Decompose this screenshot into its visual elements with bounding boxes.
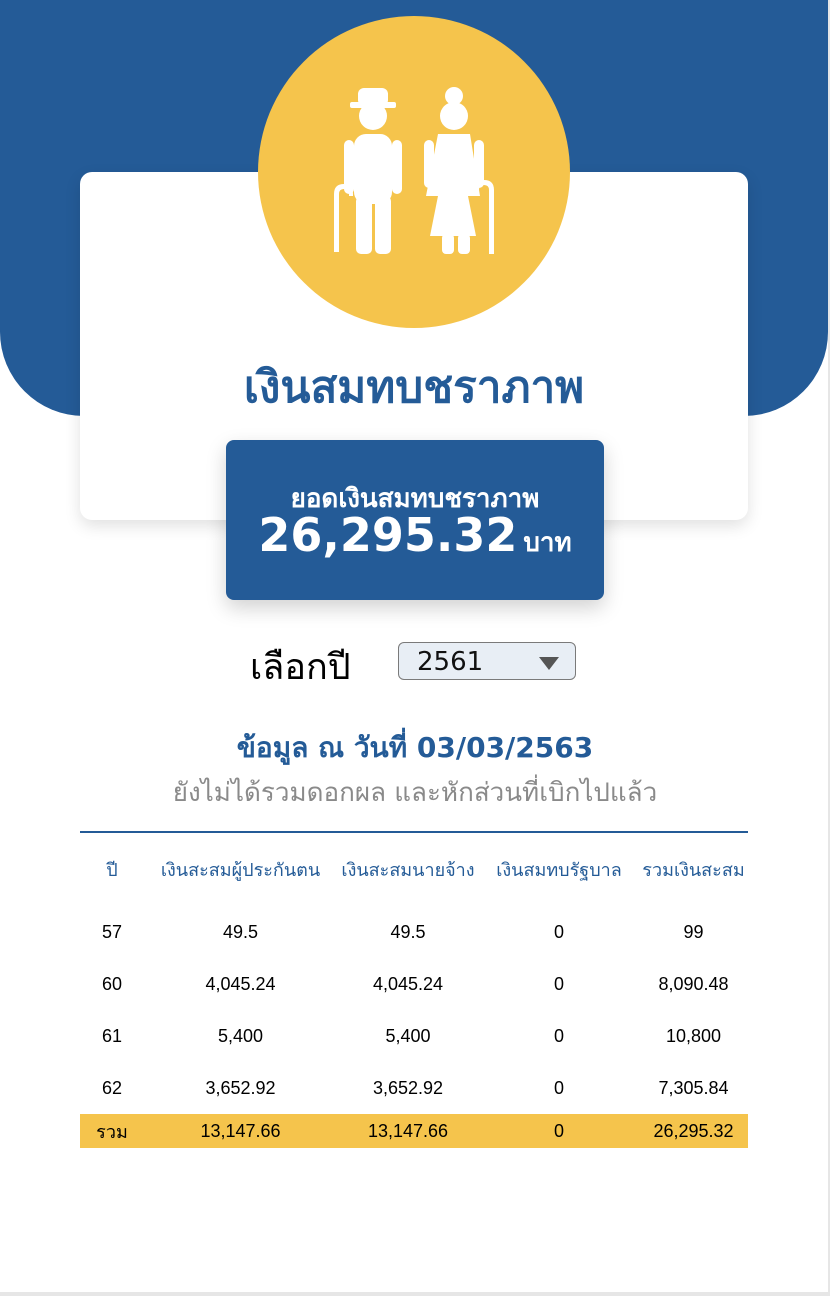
cell-total: 99 xyxy=(683,921,704,942)
year-select-label: เลือกปี xyxy=(250,647,351,688)
total-savings: 26,295.32 xyxy=(639,1114,748,1148)
cell-year: 57 xyxy=(101,921,123,942)
elderly-couple-icon xyxy=(258,16,570,328)
cell-insured: 49.5 xyxy=(222,921,259,942)
table-row: 60 4,045.24 4,045.24 0 8,090.48 xyxy=(80,958,748,1010)
total-label: รวม xyxy=(80,1114,144,1148)
cell-employer: 49.5 xyxy=(390,921,426,942)
table-header-row: ปี เงินสะสมผู้ประกันตน เงินสะสมนายจ้าง เ… xyxy=(80,842,748,896)
page-edge xyxy=(0,1292,830,1296)
cell-government: 0 xyxy=(553,973,564,994)
header-year: ปี xyxy=(106,859,118,880)
table-row: 61 5,400 5,400 0 10,800 xyxy=(80,1010,748,1062)
year-select[interactable]: 2561 xyxy=(398,642,576,680)
table-total-row: รวม 13,147.66 13,147.66 0 26,295.32 xyxy=(80,1114,748,1148)
balance-amount: 26,295.32 xyxy=(258,508,518,562)
year-select-value: 2561 xyxy=(417,647,484,677)
cell-government: 0 xyxy=(553,921,564,942)
cell-employer: 3,652.92 xyxy=(372,1077,444,1098)
header-employer-savings: เงินสะสมนายจ้าง xyxy=(341,859,475,880)
cell-insured: 5,400 xyxy=(217,1025,264,1046)
header-total-savings: รวมเงินสะสม xyxy=(642,859,745,880)
cell-year: 61 xyxy=(101,1025,123,1046)
cell-government: 0 xyxy=(553,1025,564,1046)
data-disclaimer: ยังไม่ได้รวมดอกผล และหักส่วนที่เบิกไปแล้… xyxy=(172,778,658,808)
balance-unit: บาท xyxy=(523,528,572,558)
cell-insured: 3,652.92 xyxy=(205,1077,276,1098)
balance-summary: ยอดเงินสมทบชราภาพ 26,295.32 บาท xyxy=(226,440,604,600)
savings-table: ปี เงินสะสมผู้ประกันตน เงินสะสมนายจ้าง เ… xyxy=(80,842,748,1148)
cell-year: 62 xyxy=(101,1077,123,1098)
cell-total: 8,090.48 xyxy=(658,973,729,994)
cell-total: 10,800 xyxy=(665,1025,722,1046)
cell-government: 0 xyxy=(553,1077,564,1098)
header-insured-savings: เงินสะสมผู้ประกันตน xyxy=(160,859,321,880)
table-row: 57 49.5 49.5 0 99 xyxy=(80,906,748,958)
page-title: เงินสมทบชราภาพ xyxy=(243,362,585,413)
header-government-contribution: เงินสมทบรัฐบาล xyxy=(496,859,622,880)
total-insured: 13,147.66 xyxy=(144,1114,337,1148)
data-as-of-date: ข้อมูล ณ วันที่ 03/03/2563 xyxy=(236,731,594,764)
chevron-down-icon xyxy=(539,657,559,670)
total-government: 0 xyxy=(479,1114,639,1148)
cell-employer: 5,400 xyxy=(385,1025,431,1046)
total-employer: 13,147.66 xyxy=(337,1114,479,1148)
cell-year: 60 xyxy=(101,973,123,994)
cell-insured: 4,045.24 xyxy=(205,973,276,994)
cell-employer: 4,045.24 xyxy=(372,973,444,994)
table-divider xyxy=(80,831,748,833)
cell-total: 7,305.84 xyxy=(658,1077,729,1098)
table-row: 62 3,652.92 3,652.92 0 7,305.84 xyxy=(80,1062,748,1114)
